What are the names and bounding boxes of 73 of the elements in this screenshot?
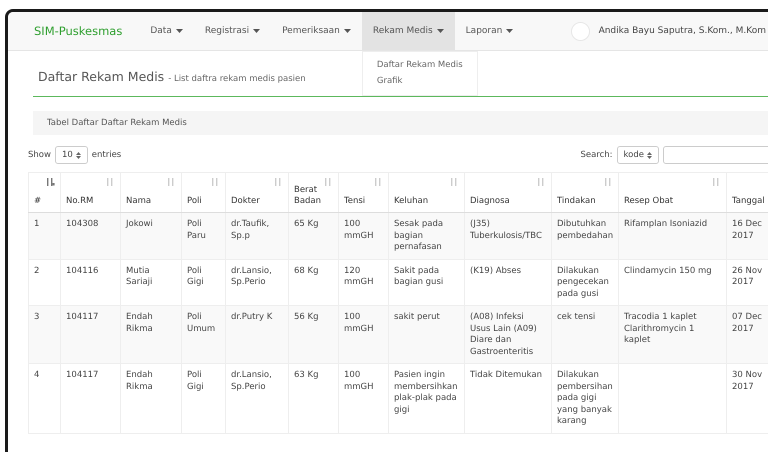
caret-icon: [436, 29, 444, 33]
table-cell: 104117: [66, 312, 98, 322]
table-cell: dr.Lansio, Sp.Perio: [231, 370, 272, 392]
table-cell: 104116: [66, 266, 98, 276]
nav-menu-item[interactable]: Registrasi: [194, 12, 272, 50]
table-cell: 104308: [66, 219, 98, 229]
page-subtitle: - List daftra rekam medis pasien: [168, 74, 306, 84]
table-cell: dr.Taufik, Sp.p: [231, 219, 270, 240]
updown-icon: [647, 152, 652, 158]
search-field[interactable]: [663, 146, 768, 164]
table-cell: 26 Nov 2017: [732, 266, 762, 287]
table-cell: (J35) Tuberkulosis/TBC: [470, 219, 542, 240]
table-cell: 100 mmGH: [344, 370, 374, 392]
table-cell: Endah Rikma: [126, 312, 153, 334]
table-cell: Poli Paru: [187, 219, 206, 240]
table-cell: Tracodia 1 kaplet Clarithromycin 1 kaplet: [624, 312, 697, 345]
table-cell: sakit perut: [394, 312, 440, 322]
page-title: Daftar Rekam Medis: [38, 69, 164, 84]
table-cell: 63 Kg: [294, 370, 318, 380]
table-cell: Dilakukan pembersihan pada gigi yang banyak karang: [557, 370, 613, 426]
table-cell: Clindamycin 150 mg: [624, 266, 712, 276]
table-cell: Jokowi: [126, 219, 153, 229]
caret-icon: [506, 29, 514, 33]
table-cell: cek tensi: [557, 312, 596, 322]
table-cell: 16 Dec 2017: [732, 219, 762, 240]
table-cell: 30 Nov 2017: [732, 370, 762, 392]
table-cell: 56 Kg: [294, 312, 318, 322]
table-cell: Rifamplan Isoniazid: [624, 219, 708, 229]
table-cell: 120 mmGH: [344, 266, 374, 287]
table-cell: 104117: [66, 370, 98, 380]
dropdown-item[interactable]: Grafik: [362, 73, 477, 89]
table-cell: 3: [34, 312, 40, 322]
caret-icon: [344, 29, 351, 33]
nav-menu-item[interactable]: Pemeriksaan: [271, 12, 362, 50]
panel-title: Tabel Daftar Daftar Rekam Medis: [47, 118, 187, 128]
table-cell: Poli Umum: [187, 312, 216, 334]
table-cell: Dilakukan pengecekan pada gusi: [557, 266, 609, 298]
column-header[interactable]: #: [28, 172, 60, 212]
caret-icon: [176, 29, 183, 33]
table-cell: 4: [34, 370, 40, 380]
table-cell: Pasien ingin membersihkan plak-plak pada gigi: [394, 370, 458, 414]
table-cell: 07 Dec 2017: [732, 312, 762, 334]
avatar-icon[interactable]: [570, 22, 590, 40]
table-cell: (K19) Abses: [470, 266, 522, 276]
table-cell: Dibutuhkan pembedahan: [557, 219, 614, 240]
table-cell: Poli Gigi: [187, 370, 204, 392]
table-cell: Sesak pada bagian pernafasan: [394, 219, 444, 252]
table-cell: 65 Kg: [294, 219, 318, 229]
table-cell: Endah Rikma: [126, 370, 153, 392]
table-cell: 1: [34, 219, 40, 229]
caret-icon: [253, 29, 260, 33]
nav-menu-item[interactable]: Rekam Medis: [362, 12, 455, 50]
entries-label: entries: [92, 150, 122, 160]
table-cell: Sakit pada bagian gusi: [394, 266, 444, 287]
length-select[interactable]: 10: [54, 146, 88, 164]
updown-icon: [76, 152, 81, 158]
table-cell: dr.Lansio, Sp.Perio: [231, 266, 272, 287]
table-cell: 2: [34, 266, 40, 276]
table-cell: 68 Kg: [294, 266, 318, 276]
search-label: Search:: [580, 150, 613, 160]
table-cell: Poli Gigi: [187, 266, 204, 287]
nav-menu-item[interactable]: Laporan: [454, 12, 524, 50]
table-cell: 100 mmGH: [344, 219, 374, 240]
table-cell: (A08) Infeksi Usus Lain (A09) Diare dan Gastroenteritis: [470, 312, 537, 356]
user-name[interactable]: Andika Bayu Saputra, S.Kom., M.Kom: [598, 26, 766, 36]
show-label: Show: [28, 150, 51, 160]
table-cell: Mutia Sariaji: [126, 266, 152, 287]
dropdown-item[interactable]: Daftar Rekam Medis: [362, 57, 477, 73]
nav-menu-item[interactable]: Data: [139, 12, 194, 50]
table-cell: Tidak Ditemukan: [470, 370, 542, 380]
table-cell: 100 mmGH: [344, 312, 374, 334]
search-column-select[interactable]: kode: [616, 146, 659, 164]
table-cell: dr.Putry K: [231, 312, 272, 322]
